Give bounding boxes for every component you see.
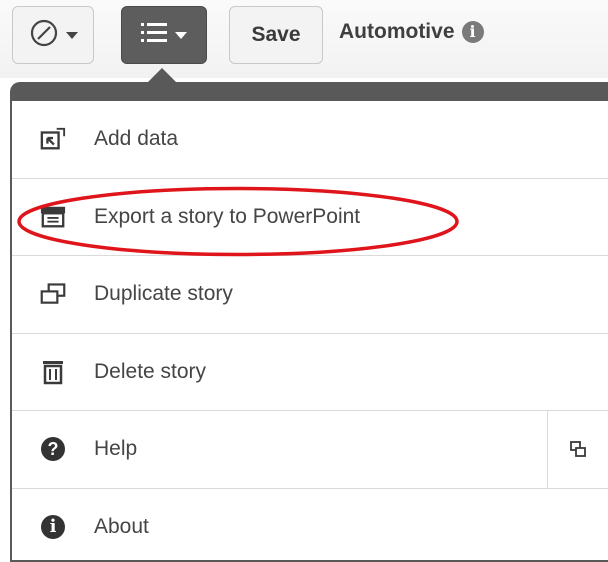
app-title-text: Automotive: [339, 20, 455, 44]
menu-item-label: Export a story to PowerPoint: [94, 205, 360, 229]
duplicate-icon: [40, 281, 66, 307]
info-icon[interactable]: i: [462, 21, 484, 43]
app-title: Automotive i: [339, 20, 484, 44]
menu-item-delete-story[interactable]: Delete story: [12, 334, 608, 412]
menu-item-about[interactable]: i About: [12, 489, 608, 562]
about-icon: i: [40, 514, 66, 540]
presentation-icon: [40, 204, 66, 230]
menu-item-label: Delete story: [94, 360, 206, 384]
chevron-down-icon: [66, 32, 78, 39]
menu-item-add-data[interactable]: Add data: [12, 101, 608, 179]
menu-item-label: Duplicate story: [94, 282, 233, 306]
save-button[interactable]: Save: [229, 6, 323, 64]
menu-pointer: [148, 68, 176, 82]
help-icon: ?: [40, 436, 66, 462]
add-data-icon: [40, 126, 66, 152]
menu-item-label: Add data: [94, 127, 178, 151]
menu-item-label: Help: [94, 437, 137, 461]
menu-item-label: About: [94, 515, 149, 539]
list-menu-icon: [141, 22, 169, 49]
global-menu-dropdown: Add data Export a story to PowerPoint Du…: [10, 82, 608, 562]
toolbar: Save Automotive i: [0, 0, 608, 78]
menu-item-export-powerpoint[interactable]: Export a story to PowerPoint: [12, 179, 608, 257]
navigation-button[interactable]: [12, 6, 94, 64]
external-link-icon[interactable]: [547, 411, 608, 488]
trash-icon: [40, 359, 66, 385]
menu-item-duplicate-story[interactable]: Duplicate story: [12, 256, 608, 334]
compass-icon: [29, 18, 59, 53]
menu-item-help[interactable]: ? Help: [12, 411, 608, 489]
chevron-down-icon: [175, 32, 187, 39]
global-menu-button[interactable]: [121, 6, 207, 64]
